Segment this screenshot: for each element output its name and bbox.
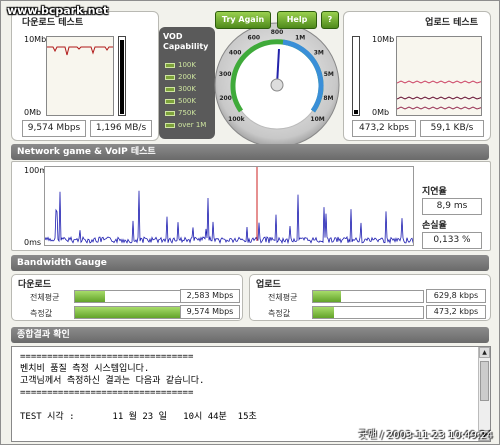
download-graph-line <box>47 46 113 56</box>
download-speed-readout: 9,574 Mbps <box>22 120 86 137</box>
gauge-tick-label: 200 <box>219 95 232 102</box>
upload-axis-bottom: 0Mb <box>372 108 390 117</box>
upload-bytes-readout: 59,1 KB/s <box>420 120 484 137</box>
download-avg-fill <box>75 291 105 302</box>
upload-avg-fill <box>313 291 341 302</box>
upload-graph-lines <box>397 80 481 110</box>
gauge-tick-label: 5M <box>324 71 334 78</box>
gauge-tick-label: 600 <box>248 34 261 41</box>
download-avg-bar <box>74 290 186 303</box>
vod-led-icon <box>165 62 175 68</box>
result-text: ================================ 벤치비 품질 … <box>20 352 257 422</box>
bandwidth-download-title: 다운로드 <box>18 280 52 290</box>
vod-led-icon <box>165 110 175 116</box>
speed-gauge-area: VOD Capability 100K 200K 300K 500K 750K … <box>159 7 345 148</box>
upload-level-fill <box>354 110 358 114</box>
upload-test-title: 업로드 테스트 <box>425 18 478 28</box>
vod-led-icon <box>165 74 175 80</box>
network-latency-line <box>45 167 413 245</box>
download-graph <box>46 36 114 116</box>
upload-avg-label: 전체평균 <box>268 293 298 302</box>
upload-avg-value: 629,8 kbps <box>426 289 486 303</box>
upload-avg-bar <box>312 290 424 303</box>
scroll-up-icon[interactable]: ▲ <box>479 347 490 358</box>
gauge-tick-label: 100k <box>228 116 246 123</box>
gauge-tick-label: 1M <box>295 34 305 41</box>
bandwidth-upload-title: 업로드 <box>256 280 281 290</box>
upload-measured-value: 473,2 kbps <box>426 305 486 319</box>
upload-test-panel: 업로드 테스트 10Mb 0Mb 473,2 kbps 59,1 KB/s <box>343 11 491 141</box>
download-axis-bottom: 0Mb <box>24 108 42 117</box>
gauge-tick-label: 8M <box>323 95 333 102</box>
bandwidth-section-bar: Bandwidth Gauge <box>11 255 489 271</box>
network-graph <box>44 166 414 246</box>
vod-level-200k: 200K <box>165 73 196 81</box>
bandwidth-download-box: 다운로드 전체평균 2,583 Mbps 측정값 9,574 Mbps <box>11 274 243 321</box>
latency-value: 8,9 ms <box>422 198 482 215</box>
vod-level-300k: 300K <box>165 85 196 93</box>
speed-dial: 100k 200 300 400 600 800 1M 3M 5M 8M 10M Try Again… <box>209 7 345 148</box>
upload-axis-top: 10Mb <box>372 35 395 44</box>
download-avg-label: 전체평균 <box>30 293 60 302</box>
help-question-icon[interactable]: ? <box>321 11 339 29</box>
vod-led-icon <box>165 86 175 92</box>
download-measured-value: 9,574 Mbps <box>180 305 240 319</box>
network-test-panel: 100m 0ms 지연율 8,9 ms 손실율 0,133 % <box>11 161 491 251</box>
watermark: www.bcpark.net <box>7 4 109 17</box>
vod-level-750k: 750K <box>165 109 196 117</box>
gauge-tick-label: 400 <box>229 49 242 56</box>
download-measured-bar <box>74 306 186 319</box>
gauge-tick-label: 300 <box>219 71 232 78</box>
try-again-button[interactable]: Try Again <box>215 11 271 29</box>
download-avg-value: 2,583 Mbps <box>180 289 240 303</box>
loss-value: 0,133 % <box>422 232 482 249</box>
download-axis-top: 10Mb <box>24 35 47 44</box>
help-button[interactable]: Help <box>277 11 317 29</box>
download-level-fill <box>120 39 124 114</box>
download-bytes-readout: 1,196 MB/s <box>90 120 152 137</box>
upload-measured-label: 측정값 <box>268 309 291 318</box>
vod-level-100k: 100K <box>165 61 196 69</box>
vod-led-icon <box>165 98 175 104</box>
scroll-thumb[interactable] <box>480 361 489 401</box>
upload-graph <box>396 36 482 116</box>
vod-title-line1: VOD <box>163 32 183 41</box>
bcpark-speed-test-window: www.bcpark.net 다운로드 테스트 10Mb 0Mb 9,574 M… <box>0 0 500 445</box>
vod-led-icon <box>165 122 175 128</box>
gauge-tick-label: 3M <box>314 49 324 56</box>
download-measured-label: 측정값 <box>30 309 53 318</box>
gauge-tick-label: 800 <box>271 29 284 36</box>
network-section-bar: Network game & VoIP 테스트 <box>11 144 489 160</box>
upload-measured-bar <box>312 306 424 319</box>
latency-label: 지연율 <box>422 187 447 197</box>
bandwidth-upload-box: 업로드 전체평균 629,8 kbps 측정값 473,2 kbps <box>249 274 491 321</box>
download-test-panel: 다운로드 테스트 10Mb 0Mb 9,574 Mbps 1,196 MB/s <box>11 11 159 141</box>
vod-title-line2: Capability <box>163 42 209 51</box>
result-section-bar: 종합결과 확인 <box>11 327 489 343</box>
upload-measured-fill <box>313 307 334 318</box>
network-axis-bottom: 0ms <box>24 238 42 247</box>
vod-level-500k: 500K <box>165 97 196 105</box>
gauge-tick-label: 10M <box>310 116 324 123</box>
vod-capability-panel: VOD Capability 100K 200K 300K 500K 750K … <box>159 27 215 139</box>
vod-level-over-1m: over 1M <box>165 121 206 129</box>
vod-title: VOD Capability <box>163 32 208 52</box>
latency-trace <box>45 190 413 245</box>
signature: 굿맨 / 2003-11-23 10:49:24 <box>358 430 493 441</box>
upload-speed-readout: 473,2 kbps <box>352 120 416 137</box>
download-measured-fill <box>75 307 185 318</box>
upload-level-bar <box>352 36 360 116</box>
download-level-bar <box>118 36 126 116</box>
loss-label: 손실율 <box>422 221 447 231</box>
